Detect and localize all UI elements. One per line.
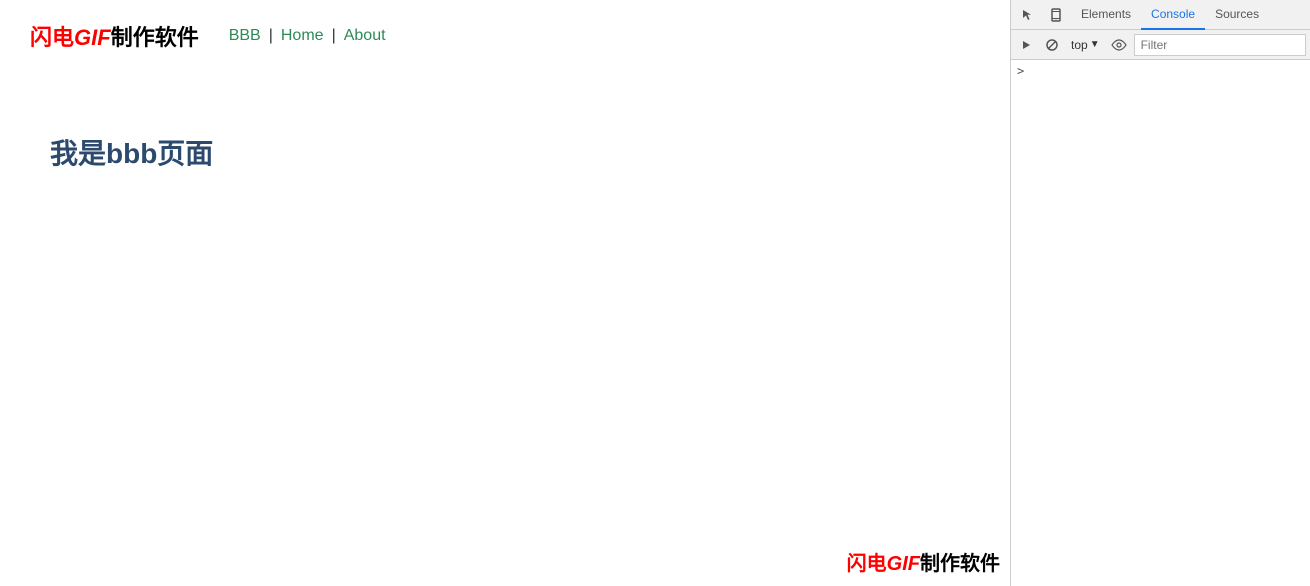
page-content: 我是bbb页面 <box>0 72 1010 232</box>
devtools-device-icon[interactable] <box>1043 2 1069 28</box>
tab-elements[interactable]: Elements <box>1071 0 1141 30</box>
tab-console[interactable]: Console <box>1141 0 1205 30</box>
devtools-secondary-toolbar: top ▼ <box>1011 30 1310 60</box>
watermark-bottom: 闪电GIF制作软件 <box>847 547 1000 576</box>
site-nav: BBB | Home | About <box>229 27 386 45</box>
page-heading: 我是bbb页面 <box>50 132 960 172</box>
devtools-context-select[interactable]: top ▼ <box>1067 36 1104 54</box>
context-dropdown-icon: ▼ <box>1090 39 1100 50</box>
site-logo: 闪电GIF制作软件 <box>30 20 199 52</box>
logo-gif-text: GIF <box>74 25 111 50</box>
devtools-tabs: Elements Console Sources <box>1071 0 1306 30</box>
watermark-rest: 制作软件 <box>920 553 1000 575</box>
devtools-panel: Elements Console Sources top ▼ <box>1010 0 1310 586</box>
devtools-clear-button[interactable] <box>1041 34 1063 56</box>
devtools-top-toolbar: Elements Console Sources <box>1011 0 1310 30</box>
nav-home-link[interactable]: Home <box>281 27 324 45</box>
logo-flash-text: 闪电 <box>30 25 74 50</box>
devtools-filter-input[interactable] <box>1134 34 1306 56</box>
context-label: top <box>1071 38 1088 52</box>
nav-separator-2: | <box>332 27 336 45</box>
nav-about-link[interactable]: About <box>344 27 386 45</box>
nav-bbb-link[interactable]: BBB <box>229 27 261 45</box>
devtools-inspect-icon[interactable] <box>1015 2 1041 28</box>
devtools-eye-button[interactable] <box>1108 34 1130 56</box>
tab-sources[interactable]: Sources <box>1205 0 1269 30</box>
watermark-flash: 闪电 <box>847 553 887 575</box>
logo-rest-text: 制作软件 <box>111 25 199 50</box>
watermark-gif: GIF <box>887 553 920 575</box>
site-header: 闪电GIF制作软件 BBB | Home | About <box>0 0 1010 72</box>
devtools-run-button[interactable] <box>1015 34 1037 56</box>
console-chevron[interactable]: > <box>1017 64 1024 78</box>
devtools-console-area: > <box>1011 60 1310 586</box>
browser-content: 闪电GIF制作软件 BBB | Home | About 我是bbb页面 闪电G… <box>0 0 1010 586</box>
nav-separator-1: | <box>269 27 273 45</box>
